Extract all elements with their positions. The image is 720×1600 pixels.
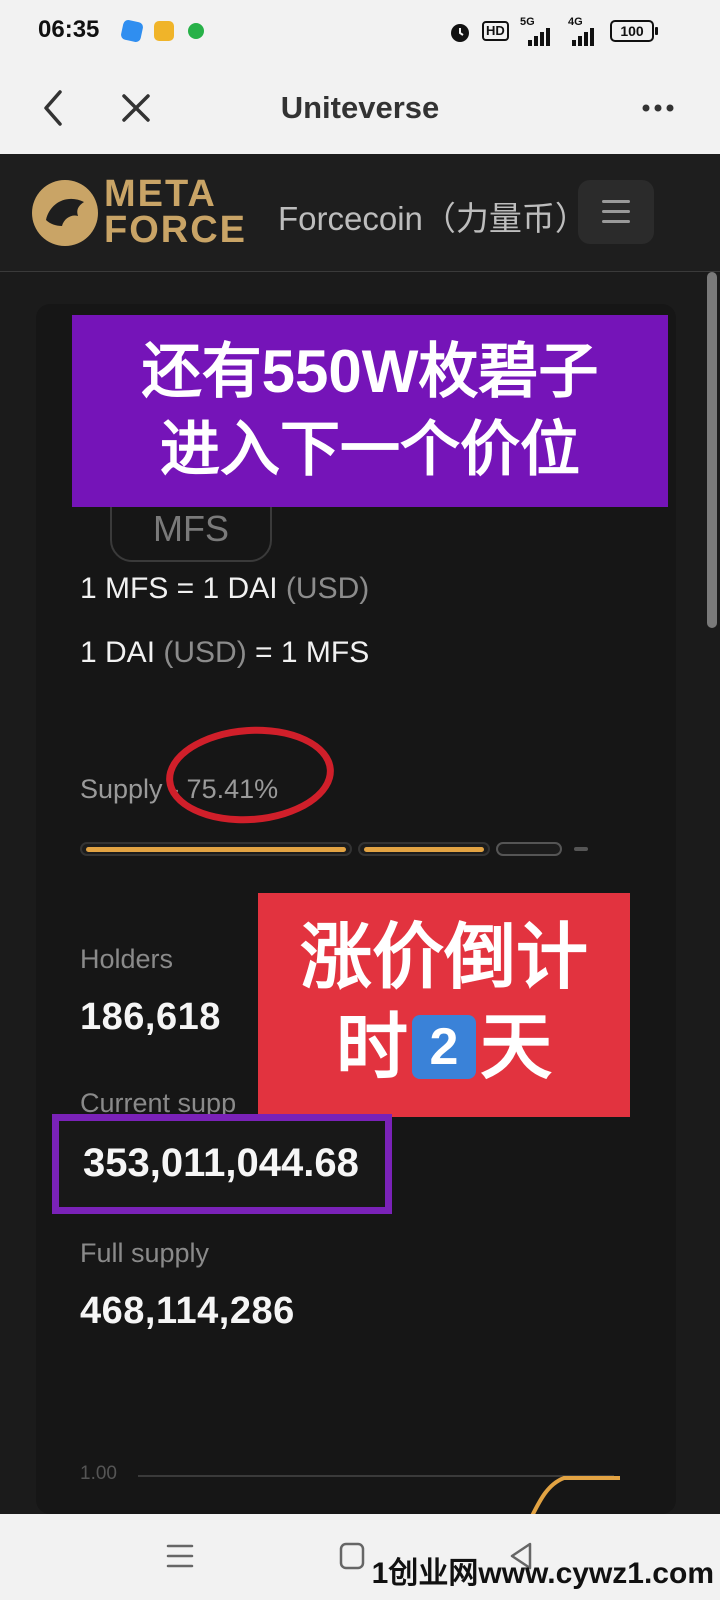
system-nav-bar: 1创业网www.cywz1.com xyxy=(0,1514,720,1600)
page-title: Uniteverse xyxy=(280,90,440,125)
scrollbar[interactable] xyxy=(707,272,717,628)
holders-label: Holders xyxy=(80,944,174,974)
status-time: 06:35 xyxy=(38,16,100,43)
progress-segment xyxy=(80,842,352,856)
panther-logo-icon xyxy=(32,180,98,246)
browser-toolbar: Uniteverse xyxy=(0,62,720,154)
rate-mfs-to-dai: 1 MFS = 1 DAI (USD) xyxy=(80,572,370,605)
price-chart-line xyxy=(530,1476,620,1516)
purple-overlay-banner: 还有550W枚碧子 进入下一个价位 xyxy=(72,315,668,507)
alarm-icon xyxy=(451,24,469,42)
chat-notification-icon xyxy=(188,23,204,39)
progress-segment xyxy=(574,847,588,851)
watermark-text: 1创业网www.cywz1.com xyxy=(371,1557,714,1590)
menu-icon[interactable] xyxy=(158,1536,202,1576)
more-horizontal-icon[interactable] xyxy=(638,96,678,120)
full-supply-value: 468,114,286 xyxy=(80,1290,295,1332)
full-supply-label: Full supply xyxy=(80,1238,210,1268)
hd-indicator: HD xyxy=(482,21,509,41)
current-supply-value: 353,011,044.68 xyxy=(83,1141,359,1185)
logo-wordmark: META FORCE xyxy=(104,173,247,251)
red-overlay-banner: 涨价倒计 时2天 xyxy=(258,893,630,1117)
site-name: Forcecoin（力量币） xyxy=(278,200,588,237)
status-bar: 06:35 HD 5G 4G 100 xyxy=(0,0,720,62)
progress-segment xyxy=(496,842,562,856)
site-header: META FORCE Forcecoin（力量币） xyxy=(0,154,720,272)
current-supply-highlight: 353,011,044.68 xyxy=(52,1114,392,1214)
battery-icon: 100 xyxy=(610,20,658,42)
chart-y-tick: 1.00 xyxy=(80,1463,117,1484)
home-square-icon[interactable] xyxy=(330,1536,374,1576)
app-notification-icon xyxy=(120,19,144,43)
hamburger-menu-icon[interactable] xyxy=(578,180,654,244)
rate-dai-to-mfs: 1 DAI (USD) = 1 MFS xyxy=(80,636,370,669)
mail-notification-icon xyxy=(154,21,174,41)
keycap-digit-icon: 2 xyxy=(412,1015,476,1079)
progress-segment xyxy=(358,842,490,856)
holders-value: 186,618 xyxy=(80,996,221,1038)
